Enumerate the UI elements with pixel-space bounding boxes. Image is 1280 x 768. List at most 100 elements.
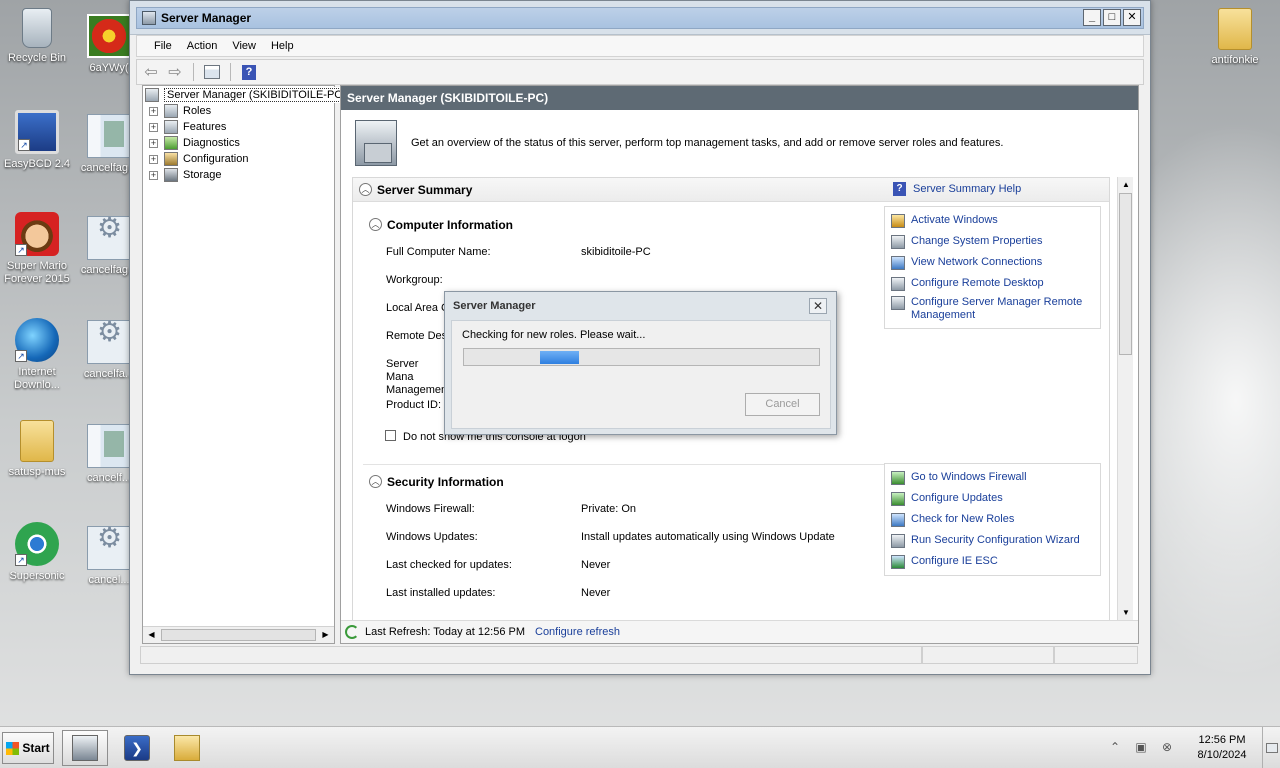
firewall-icon [891, 471, 905, 485]
network-icon[interactable]: ⊗ [1159, 740, 1175, 756]
configure-refresh-link[interactable]: Configure refresh [535, 626, 620, 638]
scroll-up-icon[interactable]: ▲ [1120, 179, 1132, 191]
network-icon [891, 256, 905, 270]
menu-action[interactable]: Action [180, 40, 226, 52]
shortcut-arrow-icon: ↗ [15, 350, 27, 362]
settings-file-icon [87, 216, 131, 260]
action-center-icon[interactable]: ▣ [1133, 740, 1149, 756]
activate-windows-task[interactable]: Activate Windows [891, 214, 998, 228]
system-tray: ⌃ ▣ ⊗ 12:56 PM 8/10/2024 [1102, 727, 1280, 768]
taskbar-powershell[interactable]: ❯ [114, 730, 160, 766]
taskbar-explorer[interactable] [164, 730, 210, 766]
show-hidden-icons-icon[interactable]: ⌃ [1107, 740, 1123, 756]
close-button[interactable]: ✕ [1123, 9, 1141, 26]
taskbar-server-manager[interactable] [62, 730, 108, 766]
view-network-connections-task[interactable]: View Network Connections [891, 256, 1042, 270]
expand-icon[interactable]: + [149, 154, 158, 164]
configure-remote-management-task[interactable]: Configure Server Manager Remote Manageme… [891, 296, 1091, 322]
tree-horizontal-scrollbar[interactable]: ◀ ▶ [143, 626, 334, 643]
remote-desktop-icon [891, 277, 905, 291]
dialog-close-button[interactable]: ✕ [809, 298, 827, 314]
expand-icon[interactable]: + [149, 106, 158, 116]
change-system-properties-task[interactable]: Change System Properties [891, 235, 1042, 249]
window-titlebar[interactable]: Server Manager _ □ ✕ [130, 1, 1150, 35]
last-refresh-text: Last Refresh: Today at 12:56 PM [365, 626, 525, 638]
start-button[interactable]: Start [2, 732, 54, 764]
window-status-bar [140, 646, 1140, 666]
check-for-new-roles-task[interactable]: Check for New Roles [891, 513, 1014, 527]
expand-icon[interactable]: + [149, 170, 158, 180]
desktop-icon-folder[interactable]: satusp-mus [0, 420, 74, 479]
security-info-tasks-panel: Go to Windows Firewall Configure Updates… [884, 463, 1101, 576]
menu-view[interactable]: View [225, 40, 264, 52]
dialog-title: Server Manager [453, 300, 536, 312]
go-to-windows-firewall-task[interactable]: Go to Windows Firewall [891, 471, 1027, 485]
tree-item-features[interactable]: + Features [149, 119, 226, 135]
expand-icon[interactable]: + [149, 138, 158, 148]
overview-banner: Get an overview of the status of this se… [355, 116, 1115, 170]
settings-file-icon [87, 526, 131, 570]
shortcut-arrow-icon: ↗ [18, 139, 30, 151]
features-icon [164, 120, 178, 134]
minimize-button[interactable]: _ [1083, 9, 1101, 26]
show-hide-console-tree-button[interactable] [202, 63, 222, 81]
tree-item-configuration[interactable]: + Configuration [149, 151, 248, 167]
desktop-icon-supersonic[interactable]: ↗ Supersonic [0, 522, 74, 583]
collapse-chevron-icon[interactable]: ︿ [359, 183, 372, 196]
ie-esc-icon [891, 555, 905, 569]
server-manager-icon [72, 735, 98, 761]
dialog-cancel-button[interactable]: Cancel [745, 393, 820, 416]
back-arrow-icon[interactable]: ⇦ [141, 63, 161, 81]
full-computer-name-value: skibiditoile-PC [581, 246, 651, 258]
clock[interactable]: 12:56 PM 8/10/2024 [1186, 733, 1258, 763]
tree-item-storage[interactable]: + Storage [149, 167, 222, 183]
scroll-left-icon[interactable]: ◀ [145, 629, 158, 641]
scrollbar-thumb[interactable] [1119, 193, 1132, 355]
configure-remote-desktop-task[interactable]: Configure Remote Desktop [891, 277, 1044, 291]
collapse-chevron-icon[interactable]: ︿ [369, 218, 382, 231]
windows-firewall-label: Windows Firewall: [386, 503, 475, 515]
run-security-configuration-wizard-task[interactable]: Run Security Configuration Wizard [891, 534, 1080, 548]
desktop-icon-easybcd[interactable]: ↗ EasyBCD 2.4 [0, 110, 74, 171]
content-vertical-scrollbar[interactable]: ▲ ▼ [1117, 177, 1133, 621]
menu-file[interactable]: File [147, 40, 180, 52]
do-not-show-checkbox[interactable] [385, 430, 396, 441]
console-tree: Server Manager (SKIBIDITOILE-PC) + Roles… [142, 85, 349, 644]
tree-item-diagnostics[interactable]: + Diagnostics [149, 135, 240, 151]
show-desktop-button[interactable] [1262, 727, 1280, 768]
computer-info-tasks-panel: Activate Windows Change System Propertie… [884, 206, 1101, 329]
security-information-title: Security Information [387, 475, 504, 489]
maximize-button[interactable]: □ [1103, 9, 1121, 26]
collapse-chevron-icon[interactable]: ︿ [369, 475, 382, 488]
help-icon: ? [242, 64, 256, 80]
content-header: Server Manager (SKIBIDITOILE-PC) [341, 86, 1138, 110]
scroll-right-icon[interactable]: ▶ [319, 629, 332, 641]
explorer-folder-icon [174, 735, 200, 761]
windows-logo-icon [6, 741, 20, 755]
desktop-icon-super-mario[interactable]: ↗ Super Mario Forever 2015 [0, 212, 74, 286]
desktop-icon-internet-download[interactable]: ↗ Internet Downlo... [0, 318, 74, 392]
tree-root-server-manager[interactable]: Server Manager (SKIBIDITOILE-PC) [145, 87, 349, 103]
forward-arrow-icon[interactable]: ⇨ [165, 63, 185, 81]
tree-item-roles[interactable]: + Roles [149, 103, 211, 119]
configure-updates-task[interactable]: Configure Updates [891, 492, 1003, 506]
scroll-down-icon[interactable]: ▼ [1120, 607, 1132, 619]
menu-help[interactable]: Help [264, 40, 302, 52]
last-installed-value: Never [581, 587, 611, 599]
windows-firewall-value: Private: On [581, 503, 637, 515]
last-installed-label: Last installed updates: [386, 587, 496, 599]
expand-icon[interactable]: + [149, 122, 158, 132]
refresh-icon [345, 625, 359, 639]
progress-bar [463, 348, 820, 366]
desktop-icon-recycle-bin[interactable]: Recycle Bin [0, 8, 74, 65]
desktop-icon-antifonkie[interactable]: antifonkie [1198, 8, 1272, 67]
server-summary-help-link[interactable]: Server Summary Help [913, 183, 1021, 195]
roles-icon [164, 104, 178, 118]
shortcut-arrow-icon: ↗ [15, 554, 27, 566]
server-icon [145, 88, 159, 102]
help-button[interactable]: ? [239, 63, 259, 81]
configure-ie-esc-task[interactable]: Configure IE ESC [891, 555, 998, 569]
storage-icon [164, 168, 178, 182]
scrollbar-thumb[interactable] [161, 629, 316, 641]
mario-icon: ↗ [15, 212, 59, 256]
